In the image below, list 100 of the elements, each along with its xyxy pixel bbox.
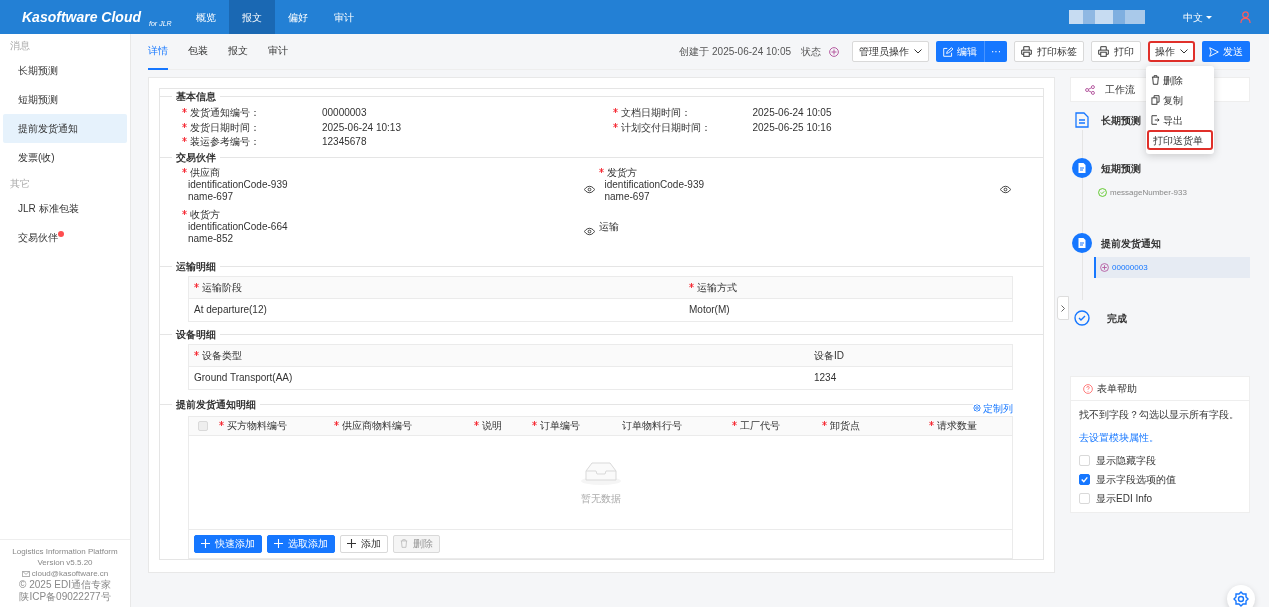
section-title: 基本信息 (175, 90, 217, 104)
customize-columns-link[interactable]: 定制列 (973, 400, 1013, 416)
sidebar-item[interactable]: JLR 标准包装 (3, 194, 127, 223)
workflow-step: 短期预测 (1101, 160, 1141, 176)
checkbox-label: 显示EDI Info (1096, 492, 1153, 506)
chevron-down-icon (914, 49, 922, 54)
partner-detail: identificationCode-664 (187, 220, 288, 233)
partner-detail: identificationCode-939 (187, 178, 288, 191)
table-cell-text: At departure(12) (193, 303, 268, 317)
section-title: 提前发货通知明细 (175, 397, 257, 412)
settings-icon (1233, 590, 1249, 607)
checkbox-label: 显示隐藏字段 (1096, 454, 1156, 468)
column-header: 说明 (471, 418, 529, 433)
plus-circle-icon (1100, 263, 1109, 272)
print-button[interactable]: 打印 (1091, 41, 1141, 62)
copy-icon (1151, 95, 1160, 105)
chevron-right-icon (1061, 304, 1065, 312)
admin-actions-dropdown[interactable]: 管理员操作 (852, 41, 929, 62)
section-title: 运输明细 (175, 259, 217, 274)
workflow-item[interactable]: messageNumber-933 (1094, 182, 1250, 203)
checkbox-label: 显示字段选项的值 (1096, 473, 1176, 487)
add-button[interactable]: 快速添加 (194, 534, 262, 553)
field-label: 发货日期时间： (182, 120, 322, 135)
partner-detail: identificationCode-939 (603, 178, 704, 191)
settings-link[interactable]: 去设置模块属性。 (1079, 430, 1241, 445)
tab[interactable]: 详情 (148, 33, 168, 70)
footer-text: cloud@kasoftware.cn (31, 568, 109, 579)
send-button[interactable]: 发送 (1202, 41, 1250, 62)
eye-icon[interactable] (1000, 184, 1011, 195)
field-label: 装运参考编号： (182, 135, 322, 150)
sidebar-group-title: 其它 (9, 176, 31, 191)
partner-role: 发货方 (598, 166, 704, 179)
workflow-title: 工作流 (1105, 83, 1135, 97)
section-title: 交易伙伴 (175, 150, 217, 165)
check-circle-icon (1098, 188, 1107, 197)
field-value: 2025-06-24 10:13 (322, 120, 401, 135)
edit-button[interactable]: 编辑 (936, 41, 985, 62)
sidebar-item[interactable]: 长期预测 (3, 56, 127, 85)
document-icon (1075, 112, 1089, 128)
tab[interactable]: 审计 (268, 33, 288, 70)
partner-role: 供应商 (182, 166, 288, 179)
table-cell-text: 1234 (813, 371, 838, 385)
sidebar-item[interactable]: 提前发货通知 (3, 114, 127, 143)
sidebar-item[interactable]: 发票(收) (3, 143, 127, 172)
footer-text: 陕ICP备09022277号 (18, 591, 112, 603)
table-cell-text: Ground Transport(AA) (193, 371, 294, 385)
check-circle-icon (1074, 310, 1090, 326)
section-title: 设备明细 (175, 327, 217, 342)
menu-item[interactable]: 导出 (1147, 110, 1213, 130)
actions-dropdown[interactable]: 操作 (1148, 41, 1195, 62)
help-icon (1083, 383, 1093, 394)
document-icon (1072, 158, 1092, 178)
sidebar-item[interactable]: 短期预测 (3, 85, 127, 114)
sidebar-item[interactable]: 交易伙伴 (3, 223, 127, 252)
help-title: 表单帮助 (1097, 382, 1137, 396)
field-label: 发货通知编号： (182, 106, 322, 121)
partner-detail: name-697 (603, 190, 651, 203)
nav-tab[interactable]: 审计 (321, 0, 367, 34)
nav-tab[interactable]: 概览 (183, 0, 229, 34)
add-button[interactable]: 添加 (340, 534, 388, 553)
menu-item[interactable]: 复制 (1147, 90, 1213, 110)
column-header: 供应商物料编号 (331, 418, 471, 433)
print-label-button[interactable]: 打印标签 (1014, 41, 1084, 62)
trash-icon (400, 539, 408, 548)
column-header: 订单编号 (529, 418, 619, 433)
nav-tab[interactable]: 报文 (229, 0, 275, 34)
tab[interactable]: 报文 (228, 33, 248, 70)
workflow-item[interactable]: 00000003 (1094, 257, 1250, 278)
edit-icon (943, 46, 953, 57)
collapse-handle[interactable] (1057, 296, 1069, 320)
add-button[interactable]: 选取添加 (267, 534, 335, 553)
workflow-icon (1085, 84, 1095, 95)
field-value: 2025-06-24 10:05 (752, 106, 832, 120)
more-button[interactable]: ··· (985, 41, 1007, 62)
field-value: 00000003 (322, 106, 367, 120)
nav-tab[interactable]: 偏好 (275, 0, 321, 34)
status-label: 状态 (801, 45, 821, 59)
language-select[interactable]: 中文 (1183, 9, 1212, 25)
footer-text: Logistics Information Platform (11, 546, 119, 557)
send-icon (1209, 46, 1219, 57)
workflow-step: 完成 (1107, 310, 1127, 326)
field-label: 计划交付日期时间： (612, 120, 753, 135)
document-icon (1072, 233, 1092, 253)
eye-icon[interactable] (583, 226, 595, 237)
column-header: 工厂代号 (729, 418, 819, 433)
footer-text: Version v5.5.20 (36, 557, 94, 568)
column-header: 运输阶段 (189, 279, 684, 295)
column-header: 请求数量 (895, 418, 985, 433)
column-header: 订单物料行号 (621, 419, 683, 433)
plus-icon (274, 539, 283, 548)
workflow-step: 长期预测 (1101, 112, 1141, 128)
partner-detail: name-852 (187, 232, 235, 245)
tab[interactable]: 包装 (188, 33, 208, 70)
menu-item[interactable]: 删除 (1147, 70, 1213, 90)
checkbox[interactable] (1079, 474, 1090, 485)
mail-icon (21, 570, 30, 577)
menu-item[interactable]: 打印送货单 (1147, 130, 1213, 150)
field-value: 12345678 (322, 135, 367, 149)
settings-button[interactable] (1227, 584, 1255, 607)
eye-icon[interactable] (583, 184, 595, 195)
